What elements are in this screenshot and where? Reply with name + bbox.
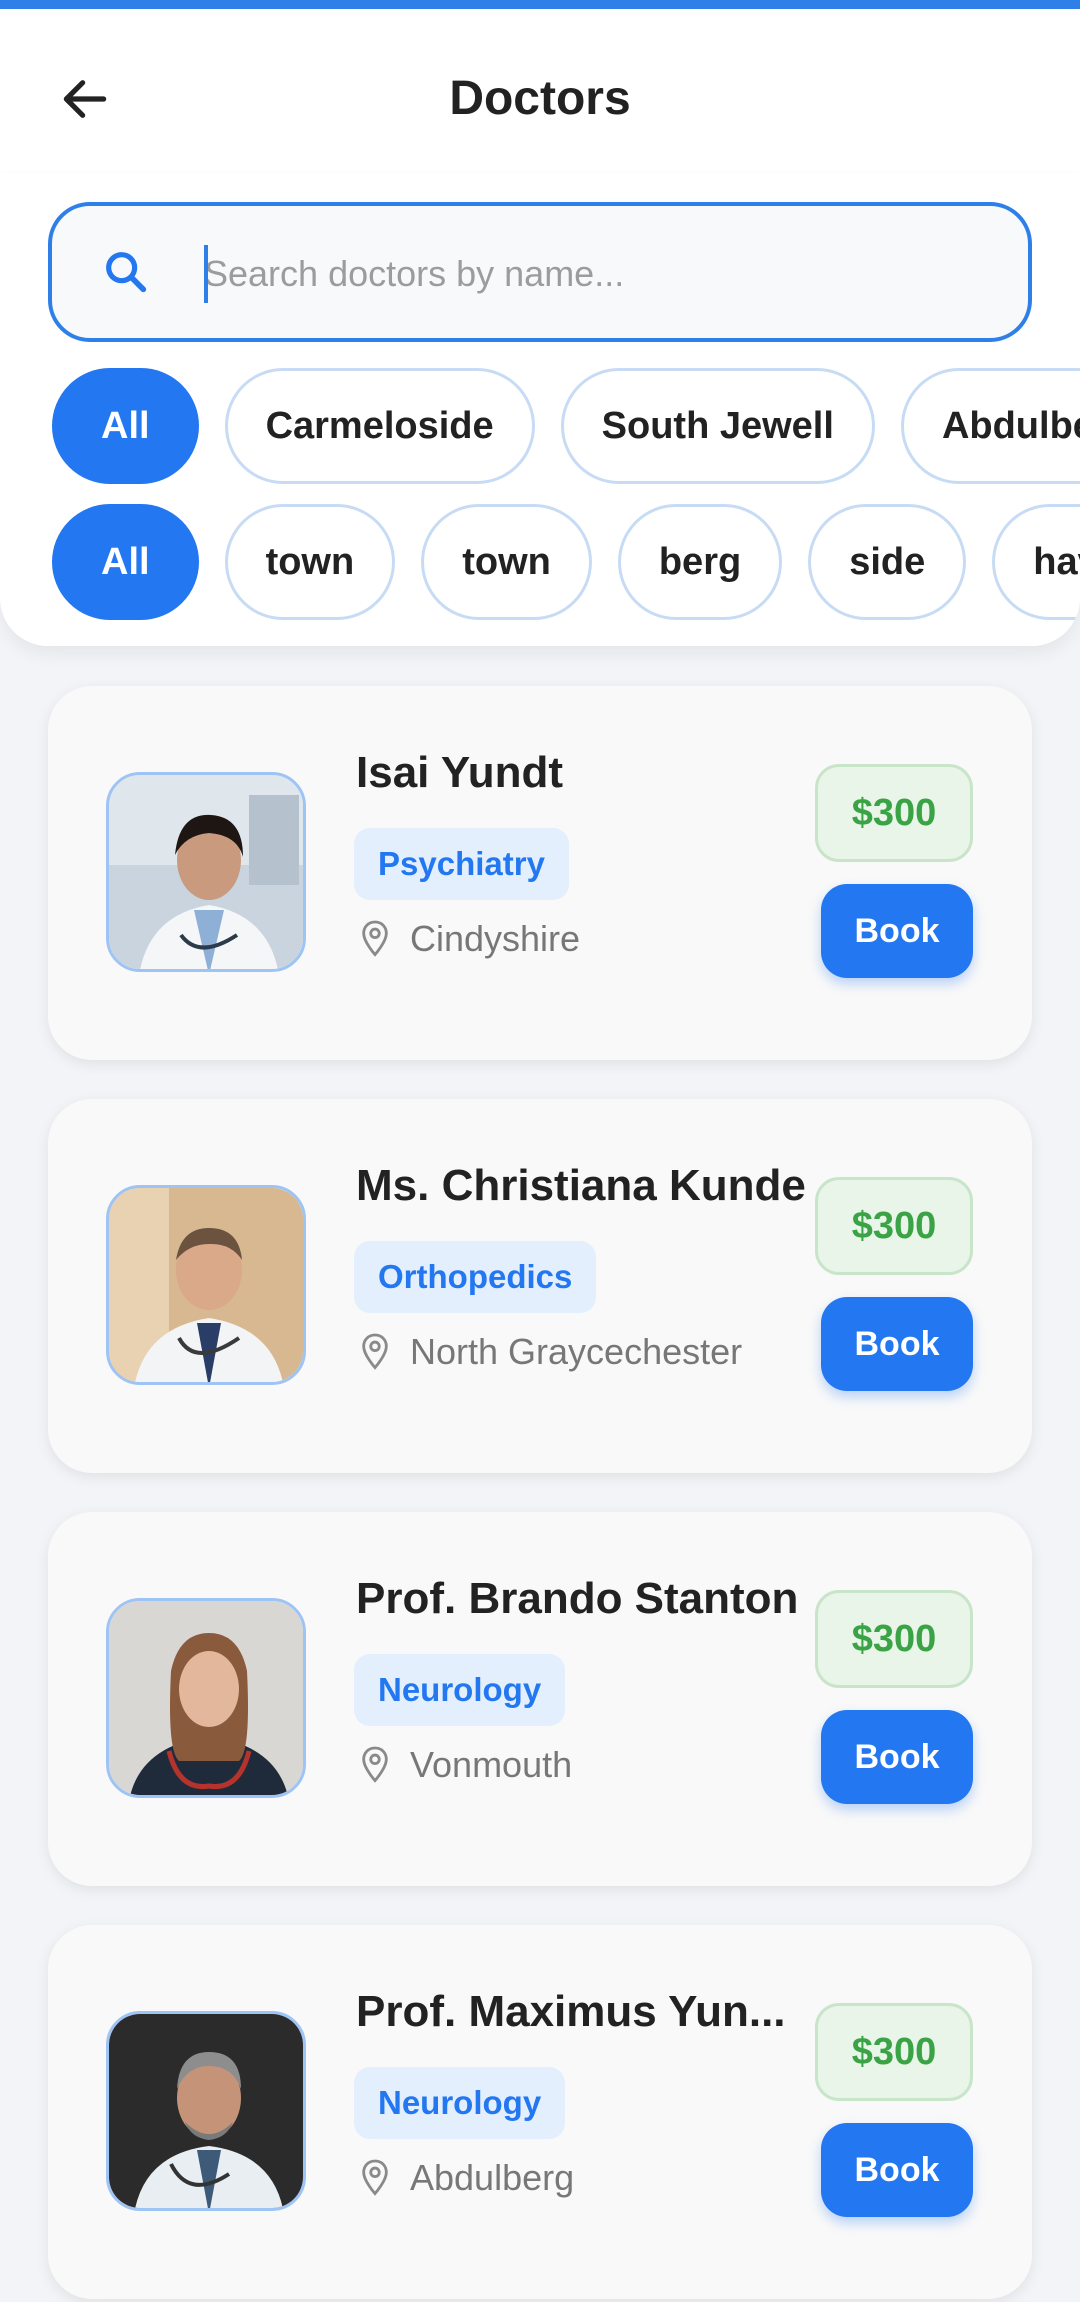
doctor-location: Abdulberg <box>358 2157 574 2199</box>
map-pin-icon <box>362 1333 388 1370</box>
suffix-chip[interactable]: town <box>224 504 396 620</box>
filter-panel: All Carmeloside South Jewell Abdulbe All… <box>0 174 1080 646</box>
book-button[interactable]: Book <box>821 1710 973 1804</box>
suffix-chip[interactable]: have <box>992 504 1080 620</box>
location-chip[interactable]: South Jewell <box>560 368 875 484</box>
doctor-avatar <box>106 2011 306 2211</box>
suffix-filter-row: All town town berg side have <box>52 504 1080 620</box>
doctor-location: Vonmouth <box>358 1744 572 1786</box>
price-badge: $300 <box>815 764 973 862</box>
price-badge: $300 <box>815 2003 973 2101</box>
specialty-badge: Orthopedics <box>354 1241 597 1313</box>
doctor-card[interactable]: Prof. Brando Stanton Neurology Vonmouth … <box>48 1512 1032 1886</box>
suffix-chip[interactable]: berg <box>617 504 783 620</box>
suffix-chip[interactable]: side <box>808 504 967 620</box>
search-icon <box>106 252 147 293</box>
map-pin-icon <box>362 1746 388 1783</box>
location-text: North Graycechester <box>410 1331 743 1372</box>
location-chip[interactable]: Carmeloside <box>224 368 535 484</box>
text-caret <box>204 245 208 303</box>
page-title: Doctors <box>449 72 631 125</box>
book-button[interactable]: Book <box>821 2123 973 2217</box>
location-chip[interactable]: Abdulbe <box>900 368 1080 484</box>
doctor-location: North Graycechester <box>358 1331 742 1373</box>
search-box[interactable] <box>48 202 1032 342</box>
specialty-badge: Neurology <box>354 1654 566 1726</box>
doctor-name: Ms. Christiana Kunde <box>356 1161 806 1210</box>
doctor-avatar <box>106 1185 306 1385</box>
app-bar: Doctors <box>0 9 1080 174</box>
doctor-card[interactable]: Prof. Maximus Yun... Neurology Abdulberg… <box>48 1925 1032 2299</box>
price-badge: $300 <box>815 1590 973 1688</box>
location-filter-row: All Carmeloside South Jewell Abdulbe <box>52 368 1080 484</box>
book-button[interactable]: Book <box>821 884 973 978</box>
map-pin-icon <box>362 920 388 957</box>
specialty-badge: Psychiatry <box>354 828 569 900</box>
doctor-name: Isai Yundt <box>356 748 564 797</box>
book-button[interactable]: Book <box>821 1297 973 1391</box>
suffix-chip-all[interactable]: All <box>52 504 199 620</box>
location-text: Abdulberg <box>410 2157 575 2198</box>
doctor-name: Prof. Maximus Yun... <box>356 1987 786 2036</box>
doctor-name: Prof. Brando Stanton <box>356 1574 799 1623</box>
doctor-avatar <box>106 1598 306 1798</box>
search-input[interactable] <box>204 234 984 314</box>
doctor-card[interactable]: Ms. Christiana Kunde Orthopedics North G… <box>48 1099 1032 1473</box>
location-chip-all[interactable]: All <box>52 368 199 484</box>
specialty-badge: Neurology <box>354 2067 566 2139</box>
doctor-card[interactable]: Isai Yundt Psychiatry Cindyshire $300 Bo… <box>48 686 1032 1060</box>
location-text: Cindyshire <box>410 918 581 959</box>
price-badge: $300 <box>815 1177 973 1275</box>
doctor-location: Cindyshire <box>358 918 580 960</box>
suffix-chip[interactable]: town <box>421 504 592 620</box>
status-accent-bar <box>0 0 1080 9</box>
map-pin-icon <box>362 2159 388 2196</box>
doctor-avatar <box>106 772 306 972</box>
location-text: Vonmouth <box>410 1744 573 1785</box>
